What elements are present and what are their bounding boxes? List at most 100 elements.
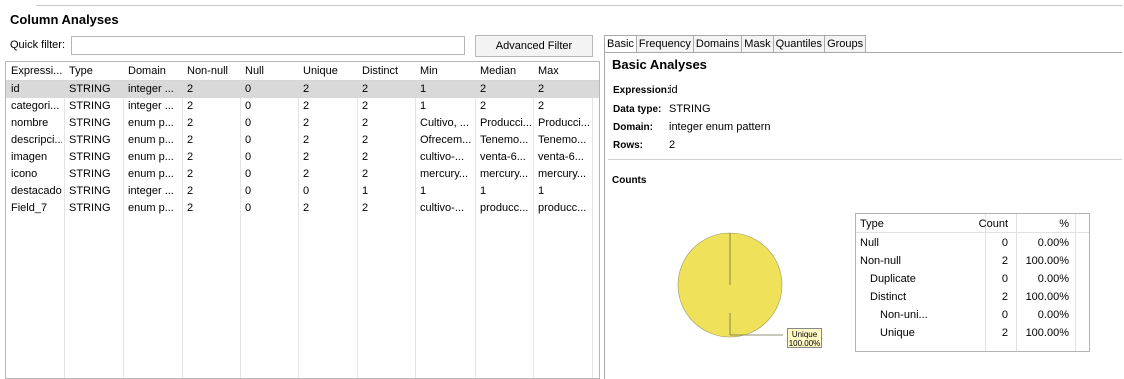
column-header[interactable]: Non-null: [187, 63, 238, 80]
pie-label-name: Unique: [791, 330, 818, 339]
column-header[interactable]: Type: [69, 63, 121, 80]
table-cell: icono: [11, 168, 38, 180]
table-cell: Cultivo, ...: [420, 117, 469, 129]
table-cell: categori...: [11, 100, 60, 112]
tab-domains[interactable]: Domains: [693, 35, 743, 53]
tab-basic[interactable]: Basic: [604, 35, 637, 53]
counts-row: Distinct 2 100.00%: [856, 288, 1089, 306]
quick-filter-label: Quick filter:: [10, 39, 66, 51]
table-cell: 0: [303, 185, 310, 197]
counts-count-cell: 0: [1001, 237, 1008, 249]
table-cell: STRING: [69, 117, 111, 129]
table-cell: id: [11, 83, 20, 95]
table-row[interactable]: Field_7 STRING enum p... 2 0 2 2 cultivo-... pro…: [6, 200, 599, 217]
table-header: Expressi... Type Domain Non-null Null Unique D…: [6, 62, 599, 81]
table-cell: STRING: [69, 185, 111, 197]
column-header[interactable]: Distinct: [362, 63, 413, 80]
table-cell: cultivo-...: [420, 202, 465, 214]
domain-value: integer enum pattern: [669, 121, 771, 133]
counts-percent-cell: 0.00%: [1037, 237, 1069, 249]
tab-quantiles[interactable]: Quantiles: [773, 35, 826, 53]
table-cell: 1: [420, 100, 427, 112]
counts-count-cell: 0: [1001, 309, 1008, 321]
table-cell: 2: [480, 83, 487, 95]
counts-header-cell: Type: [860, 218, 884, 230]
column-analyses-table[interactable]: Expressi... Type Domain Non-null Null Unique D…: [5, 61, 600, 379]
table-cell: 2: [187, 134, 194, 146]
table-cell: integer ...: [128, 100, 174, 112]
table-cell: 2: [187, 202, 194, 214]
column-header[interactable]: Unique: [303, 63, 355, 80]
table-cell: 1: [420, 83, 427, 95]
table-cell: imagen: [11, 151, 48, 163]
table-cell: mercury...: [538, 168, 587, 180]
counts-row: Unique 2 100.00%: [856, 324, 1089, 342]
table-cell: 2: [362, 151, 369, 163]
table-cell: 0: [245, 202, 252, 214]
table-cell: STRING: [69, 168, 111, 180]
counts-row: Null 0 0.00%: [856, 234, 1089, 252]
table-cell: 2: [538, 83, 545, 95]
table-cell: 0: [245, 117, 252, 129]
table-row[interactable]: descripci... STRING enum p... 2 0 2 2 Ofrecem..…: [6, 132, 599, 149]
table-cell: 2: [303, 83, 310, 95]
table-row[interactable]: categori... STRING integer ... 2 0 2 2 1 2 2: [6, 98, 599, 115]
pie-label: Unique 100.00%: [787, 328, 822, 348]
table-cell: enum p...: [128, 202, 174, 214]
domain-key: Domain:: [613, 122, 653, 133]
counts-header-cell: Count: [978, 218, 1008, 230]
column-header[interactable]: Null: [245, 63, 296, 80]
counts-header-row: Type Count%: [856, 215, 1089, 233]
counts-type-cell: Distinct: [870, 291, 907, 303]
counts-type-cell: Unique: [880, 327, 915, 339]
tab-frequency[interactable]: Frequency: [636, 35, 694, 53]
tab-mask[interactable]: Mask: [742, 35, 774, 53]
column-header[interactable]: Domain: [128, 63, 180, 80]
counts-percent-cell: 100.00%: [1025, 291, 1069, 303]
column-header[interactable]: Median: [480, 63, 531, 80]
table-row[interactable]: nombre STRING enum p... 2 0 2 2 Cultivo, ... Pro…: [6, 115, 599, 132]
table-cell: nombre: [11, 117, 49, 129]
table-cell: 0: [245, 185, 252, 197]
table-cell: 0: [245, 134, 252, 146]
table-cell: 0: [245, 100, 252, 112]
table-cell: 2: [187, 151, 194, 163]
table-cell: 2: [187, 100, 194, 112]
table-cell: 2: [362, 202, 369, 214]
pie-label-percent: 100.00%: [788, 339, 821, 348]
table-row[interactable]: id STRING integer ... 2 0 2 2 1 2 2: [6, 81, 599, 98]
table-cell: enum p...: [128, 117, 174, 129]
table-cell: 2: [362, 100, 369, 112]
table-row[interactable]: icono STRING enum p... 2 0 2 2 mercury... mercur…: [6, 166, 599, 183]
column-header[interactable]: Max: [538, 63, 590, 80]
table-cell: STRING: [69, 100, 111, 112]
table-row[interactable]: imagen STRING enum p... 2 0 2 2 cultivo-... vent…: [6, 149, 599, 166]
counts-percent-cell: 100.00%: [1025, 327, 1069, 339]
section-divider: [608, 159, 1122, 160]
table-cell: Ofrecem...: [420, 134, 472, 146]
table-row[interactable]: destacado STRING integer ... 2 0 0 1 1 1 1: [6, 183, 599, 200]
expression-value: id: [669, 84, 678, 96]
rows-value: 2: [669, 139, 676, 151]
data-type-value: STRING: [669, 103, 711, 115]
table-cell: 2: [303, 151, 310, 163]
expression-key: Expression:: [613, 85, 671, 96]
table-cell: enum p...: [128, 134, 174, 146]
table-cell: 2: [362, 117, 369, 129]
table-cell: mercury...: [420, 168, 469, 180]
counts-type-cell: Null: [860, 237, 879, 249]
column-header[interactable]: Expressi...: [11, 63, 62, 80]
table-cell: destacado: [11, 185, 62, 197]
counts-table: Type Count% Null 0 0.00% Non-null 2 100.00% Dupl…: [855, 213, 1090, 352]
tab-groups[interactable]: Groups: [825, 35, 867, 53]
table-cell: 0: [245, 168, 252, 180]
table-cell: STRING: [69, 83, 111, 95]
quick-filter-input[interactable]: [71, 36, 465, 55]
table-cell: STRING: [69, 202, 111, 214]
counts-type-cell: Duplicate: [870, 273, 916, 285]
table-cell: STRING: [69, 151, 111, 163]
counts-row: Non-null 2 100.00%: [856, 252, 1089, 270]
column-header[interactable]: Min: [420, 63, 473, 80]
table-cell: enum p...: [128, 168, 174, 180]
advanced-filter-button[interactable]: Advanced Filter: [475, 35, 593, 57]
